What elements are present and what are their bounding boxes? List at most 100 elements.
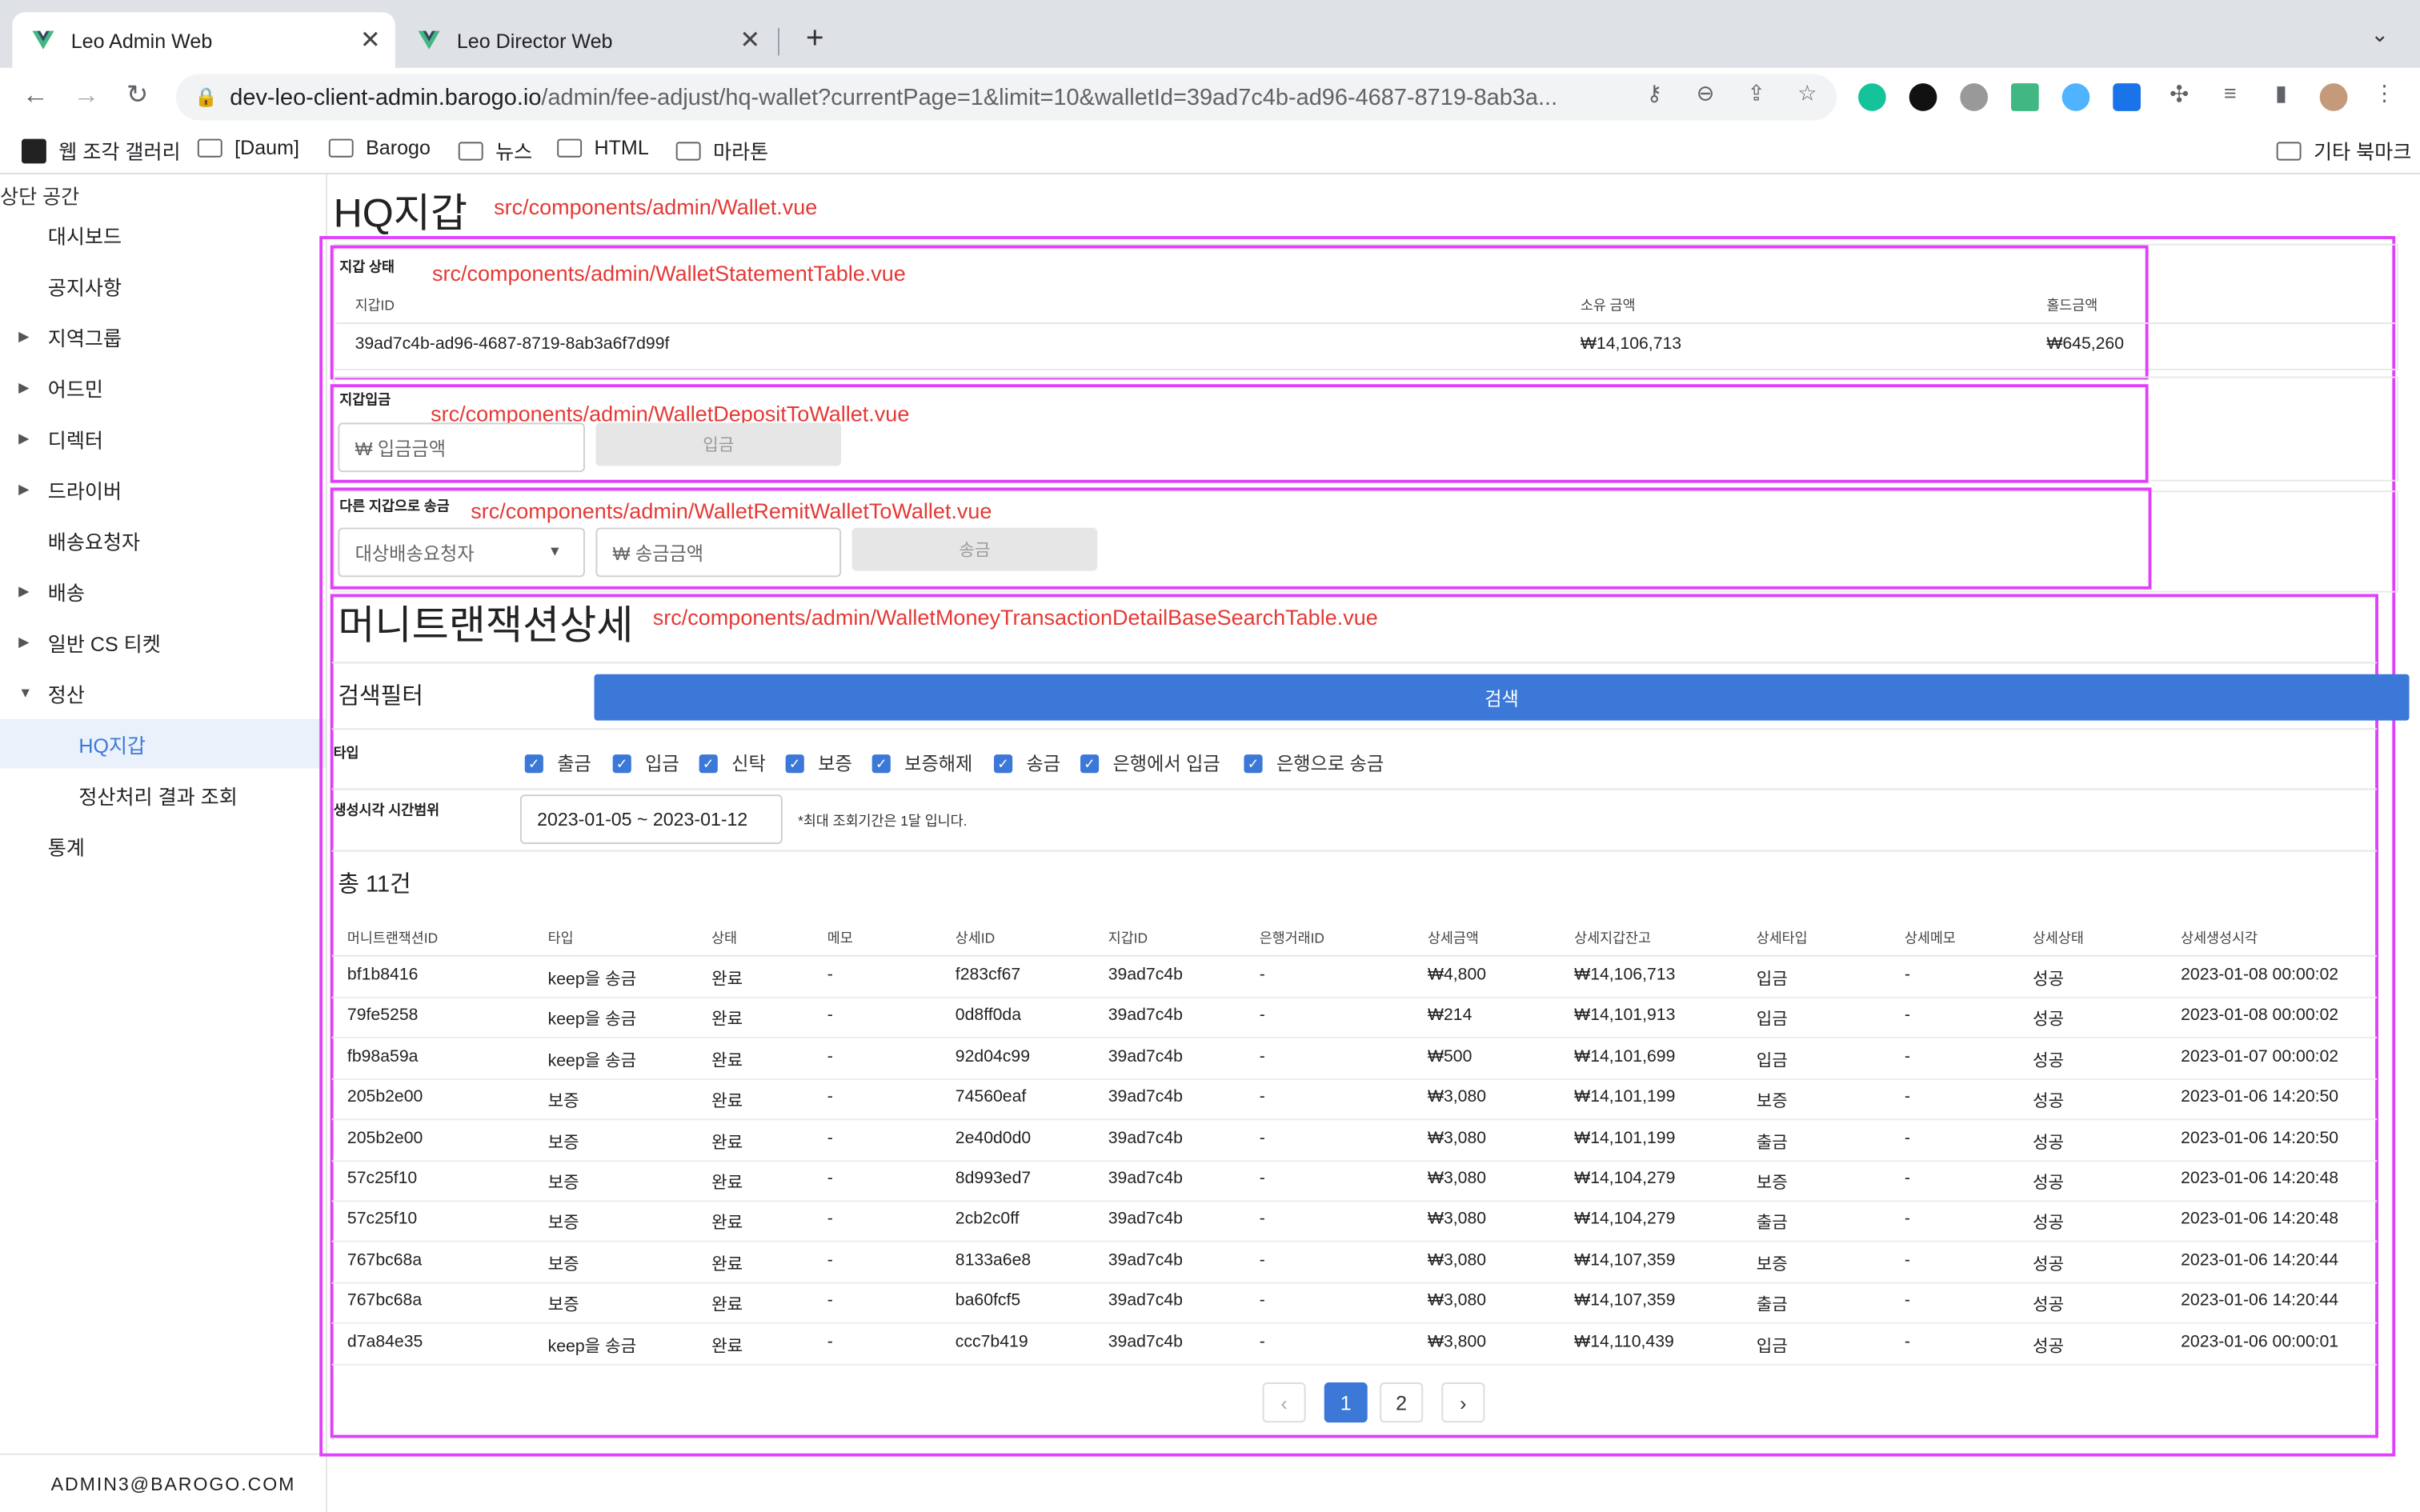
wallet-statement-path: src/components/admin/WalletStatementTabl… [432, 260, 906, 286]
type-checkbox[interactable]: ✓ 은행에서 입금 [1080, 750, 1220, 776]
kebab-menu-icon[interactable]: ⋮ [2370, 80, 2398, 106]
table-cell: 92d04c99 [955, 1047, 1031, 1066]
sidebar-item-statistics[interactable]: 통계 [0, 821, 326, 870]
sidebar-item-notices[interactable]: 공지사항 [0, 261, 326, 310]
table-cell: - [1259, 1210, 1265, 1229]
table-row[interactable]: 205b2e00 보증 완료 - 74560eaf 39ad7c4b - ₩3,080 ₩14,… [331, 1078, 2378, 1121]
sidebar-item-requester[interactable]: 배송요청자 [0, 515, 326, 565]
divider [336, 322, 2396, 325]
lock-icon: 🔒 [194, 86, 218, 109]
type-checkbox[interactable]: ✓ 송금 [994, 750, 1060, 776]
type-checkbox[interactable]: ✓ 보증해제 [871, 750, 972, 776]
reload-icon[interactable]: ↻ [120, 80, 154, 111]
sidebar-item-settlement[interactable]: ▼ 정산 [0, 668, 326, 718]
target-requester-select[interactable]: 대상배송요청자 ▼ [338, 527, 585, 578]
prev-page-button[interactable]: ‹ [1262, 1382, 1306, 1423]
type-checkbox[interactable]: ✓ 신탁 [699, 750, 766, 776]
deposit-button[interactable]: 입금 [595, 422, 842, 466]
column-header: 머니트랜잭션ID [347, 930, 439, 946]
column-header: 상세타입 [1756, 930, 1808, 946]
caret-down-icon: ▼ [18, 685, 33, 701]
forward-arrow-icon[interactable]: → [70, 80, 103, 111]
extension-icon[interactable] [1909, 83, 1937, 111]
page-1-button[interactable]: 1 [1324, 1382, 1368, 1423]
profile-avatar[interactable] [2319, 83, 2348, 111]
sidebar-item-label: 배송요청자 [47, 530, 141, 554]
remit-button[interactable]: 송금 [851, 527, 1098, 571]
table-cell: 출금 [1756, 1296, 1788, 1315]
table-cell: 39ad7c4b [1108, 966, 1183, 985]
share-icon[interactable]: ⇪ [1742, 80, 1770, 106]
bookmark-other[interactable]: 기타 북마크 [2276, 136, 2411, 166]
table-cell: ₩14,101,199 [1574, 1128, 1676, 1148]
column-header: 상세메모 [1904, 930, 1956, 946]
type-checkbox[interactable]: ✓ 출금 [524, 750, 591, 776]
table-row[interactable]: 57c25f10 보증 완료 - 8d993ed7 39ad7c4b - ₩3,080 ₩14,… [331, 1158, 2378, 1202]
checkmark-icon: ✓ [612, 754, 631, 773]
sidebar-item-dashboard[interactable]: 대시보드 [0, 210, 326, 259]
table-cell: 2023-01-06 14:20:50 [2181, 1088, 2339, 1107]
type-checkbox[interactable]: ✓ 은행으로 송금 [1244, 750, 1384, 776]
star-icon[interactable]: ☆ [1793, 80, 1821, 106]
reading-list-icon[interactable]: ≡ [2216, 80, 2244, 105]
sidebar-item-region-group[interactable]: ▶ 지역그룹 [0, 312, 326, 362]
table-row[interactable]: 767bc68a 보증 완료 - 8133a6e8 39ad7c4b - ₩3,080 ₩14,… [331, 1240, 2378, 1284]
search-button[interactable]: 검색 [594, 674, 2410, 721]
table-row[interactable]: 57c25f10 보증 완료 - 2cb2c0ff 39ad7c4b - ₩3,080 ₩14,… [331, 1199, 2378, 1243]
transactions-path: src/components/admin/WalletMoneyTransact… [652, 605, 1378, 630]
key-icon[interactable]: ⚷ [1641, 80, 1669, 106]
table-row[interactable]: 205b2e00 보증 완료 - 2e40d0d0 39ad7c4b - ₩3,080 ₩14,… [331, 1118, 2378, 1162]
table-cell: 2023-01-06 14:20:44 [2181, 1291, 2339, 1310]
sidebar-item-settlement-result[interactable]: 정산처리 결과 조회 [0, 770, 326, 819]
remit-amount-input[interactable]: ₩ 송금금액 [595, 527, 842, 578]
table-row[interactable]: bf1b8416 keep을 송금 완료 - f283cf67 39ad7c4b - ₩4,8… [331, 955, 2378, 998]
table-row[interactable]: 79fe5258 keep을 송금 완료 - 0d8ff0da 39ad7c4b - ₩214… [331, 996, 2378, 1039]
extension-box-icon[interactable] [2113, 83, 2141, 111]
sidebar-item-delivery[interactable]: ▶ 배송 [0, 566, 326, 616]
bookmark-daum[interactable]: [Daum] [197, 136, 299, 159]
tab-leo-director-web[interactable]: Leo Director Web ✕ [399, 12, 775, 67]
table-row[interactable]: d7a84e35 keep을 송금 완료 - ccc7b419 39ad7c4b - ₩3,8… [331, 1322, 2378, 1366]
table-row[interactable]: fb98a59a keep을 송금 완료 - 92d04c99 39ad7c4b - ₩500… [331, 1037, 2378, 1080]
bookmark-news[interactable]: 뉴스 [458, 136, 532, 166]
bookmark-html[interactable]: HTML [557, 136, 649, 159]
extension-star-icon[interactable] [2061, 83, 2090, 111]
page-2-button[interactable]: 2 [1380, 1382, 1424, 1423]
deposit-amount-input[interactable]: ₩ 입금금액 [338, 422, 585, 473]
sidebar-item-label: 어드민 [47, 377, 104, 401]
sidebar-item-cs-ticket[interactable]: ▶ 일반 CS 티켓 [0, 617, 326, 666]
vue-devtools-icon[interactable] [2010, 83, 2039, 111]
table-cell: keep을 송금 [547, 970, 637, 990]
bookmark-barogo[interactable]: Barogo [328, 136, 431, 159]
tab-leo-admin-web[interactable]: Leo Admin Web ✕ [12, 12, 395, 68]
table-cell: - [827, 1128, 833, 1148]
table-cell: - [827, 1169, 833, 1189]
date-range-picker[interactable]: 2023-01-05 ~ 2023-01-12 [519, 794, 783, 844]
sidebar-item-hq-wallet[interactable]: HQ지갑 [0, 718, 326, 769]
close-tab-icon[interactable]: ✕ [735, 25, 766, 56]
table-cell: 성공 [2032, 1255, 2065, 1274]
address-bar[interactable]: 🔒 dev-leo-client-admin.barogo.io/admin/f… [175, 74, 1837, 121]
new-tab-icon[interactable]: + [799, 22, 831, 57]
back-arrow-icon[interactable]: ← [18, 80, 52, 111]
table-cell: - [827, 966, 833, 985]
next-page-button[interactable]: › [1441, 1382, 1485, 1423]
bookmark-marathon[interactable]: 마라톤 [675, 136, 768, 166]
grammarly-extension-icon[interactable] [1858, 83, 1886, 111]
deposit-title: 지갑입금 [339, 391, 391, 408]
folder-icon [557, 138, 583, 157]
type-checkbox[interactable]: ✓ 입금 [612, 750, 679, 776]
type-checkbox-label: 입금 [645, 753, 679, 775]
tab-search-chevron-icon[interactable]: ⌄ [2370, 22, 2389, 48]
table-row[interactable]: 767bc68a 보증 완료 - ba60fcf5 39ad7c4b - ₩3,080 ₩14,… [331, 1281, 2378, 1325]
sidebar-item-director[interactable]: ▶ 디렉터 [0, 414, 326, 463]
zoom-icon[interactable]: ⊖ [1692, 80, 1720, 106]
bookmark-web-gallery[interactable]: 웹 조각 갤러리 [22, 136, 181, 166]
type-checkbox[interactable]: ✓ 보증 [785, 750, 852, 776]
settings-extension-icon[interactable] [1960, 83, 1989, 111]
close-tab-icon[interactable]: ✕ [355, 25, 387, 56]
sidebar-item-admin[interactable]: ▶ 어드민 [0, 362, 326, 412]
side-panel-icon[interactable]: ▮ [2267, 80, 2295, 106]
sidebar-item-driver[interactable]: ▶ 드라이버 [0, 465, 326, 514]
puzzle-icon[interactable]: ✣ [2166, 80, 2194, 108]
